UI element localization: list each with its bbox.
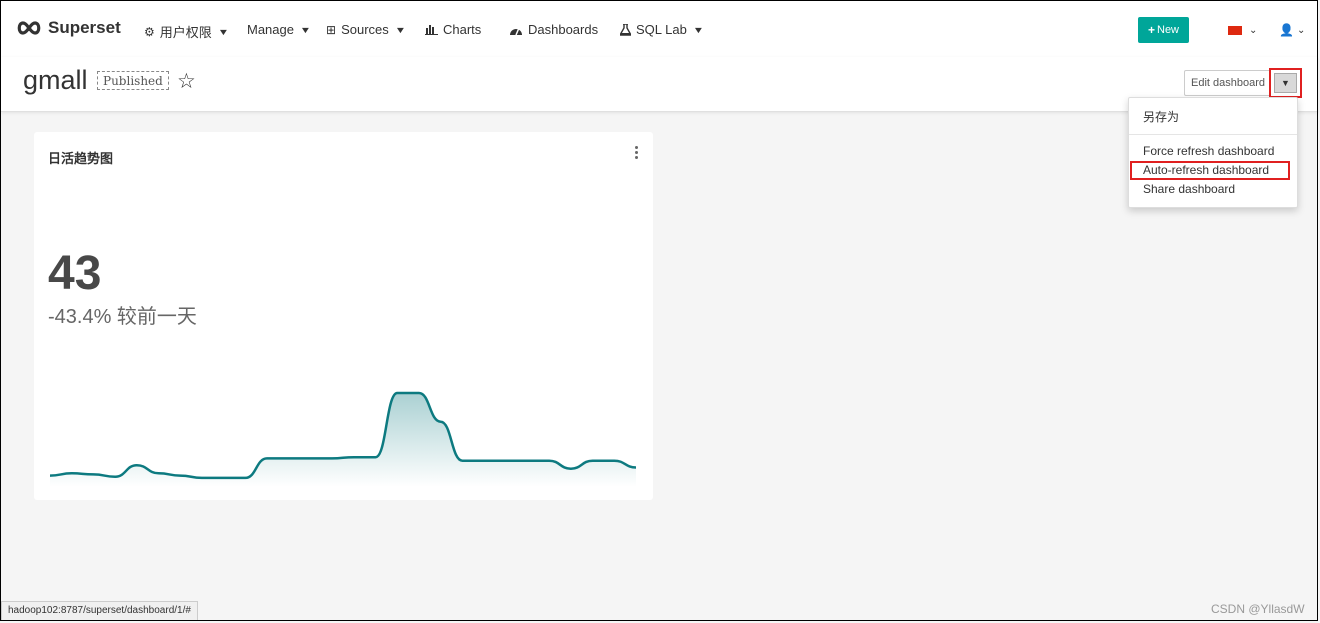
menu-item-force-refresh[interactable]: Force refresh dashboard <box>1143 144 1274 158</box>
chevron-down-icon: ▼ <box>299 24 312 35</box>
menu-sources-label: Sources <box>341 22 389 37</box>
top-navbar: Superset ⚙ 用户权限 ▼ Manage ▼ ⊞ Sources ▼ C… <box>1 1 1318 57</box>
chart-title[interactable]: 日活趋势图 <box>48 148 113 167</box>
plus-icon: + <box>1147 23 1155 37</box>
menu-sql-lab-label: SQL Lab <box>636 22 687 37</box>
gears-icon: ⚙ <box>144 24 155 39</box>
star-icon[interactable]: ☆ <box>177 71 196 92</box>
dashboard-header: gmall Published ☆ Edit dashboard ▼ <box>1 57 1318 112</box>
menu-item-auto-refresh[interactable]: Auto-refresh dashboard <box>1143 163 1269 177</box>
chevron-down-icon: ▼ <box>692 24 705 35</box>
menu-sql-lab[interactable]: SQL Lab ▼ <box>620 22 705 37</box>
watermark-text: CSDN @YllasdW <box>1211 602 1305 616</box>
menu-dashboards[interactable]: Dashboards <box>509 22 598 37</box>
table-icon: ⊞ <box>326 22 337 37</box>
page-title[interactable]: gmall <box>23 65 88 96</box>
chevron-down-icon: ▼ <box>217 26 230 37</box>
flask-icon <box>620 23 631 36</box>
dashboard-icon <box>510 27 522 35</box>
new-button[interactable]: + New <box>1138 17 1189 43</box>
menu-divider <box>1129 134 1297 135</box>
user-icon[interactable]: 👤 <box>1279 23 1294 37</box>
status-url: hadoop102:8787/superset/dashboard/1/# <box>1 601 198 621</box>
menu-manage-label: Manage <box>247 22 294 37</box>
chevron-down-icon: ▼ <box>394 24 407 35</box>
more-actions-button[interactable]: ▼ <box>1269 68 1302 98</box>
brand-logo[interactable]: Superset <box>16 18 121 38</box>
menu-charts[interactable]: Charts <box>425 22 481 37</box>
language-flag-icon[interactable] <box>1228 26 1242 35</box>
menu-manage[interactable]: Manage ▼ <box>247 22 312 37</box>
subheader-text: -43.4% 较前一天 <box>48 306 197 328</box>
trendline-chart <box>49 391 637 487</box>
menu-sources[interactable]: ⊞ Sources ▼ <box>326 22 407 37</box>
chart-card: 日活趋势图 43 -43.4% 较前一天 <box>34 132 653 500</box>
menu-dashboards-label: Dashboards <box>528 22 599 37</box>
chevron-down-icon[interactable]: ⌄ <box>1249 25 1257 36</box>
trend-area <box>50 393 636 487</box>
infinity-logo-icon <box>17 21 41 35</box>
bar-chart-icon <box>425 25 438 35</box>
menu-charts-label: Charts <box>443 22 482 37</box>
status-badge[interactable]: Published <box>97 71 169 90</box>
menu-item-share[interactable]: Share dashboard <box>1143 182 1235 196</box>
more-vertical-icon[interactable] <box>635 146 639 161</box>
new-button-label: New <box>1157 24 1180 36</box>
menu-item-save-as[interactable]: 另存为 <box>1143 108 1179 125</box>
chevron-down-icon: ▼ <box>1274 73 1297 93</box>
edit-dashboard-button[interactable]: Edit dashboard <box>1184 70 1272 96</box>
chevron-down-icon[interactable]: ⌄ <box>1297 25 1305 36</box>
menu-security[interactable]: ⚙ 用户权限 ▼ <box>144 22 230 41</box>
menu-security-label: 用户权限 <box>159 25 212 40</box>
brand-name: Superset <box>48 18 121 37</box>
big-number: 43 <box>48 247 102 300</box>
dashboard-actions-menu: 另存为 Force refresh dashboard Auto-refresh… <box>1128 97 1298 208</box>
